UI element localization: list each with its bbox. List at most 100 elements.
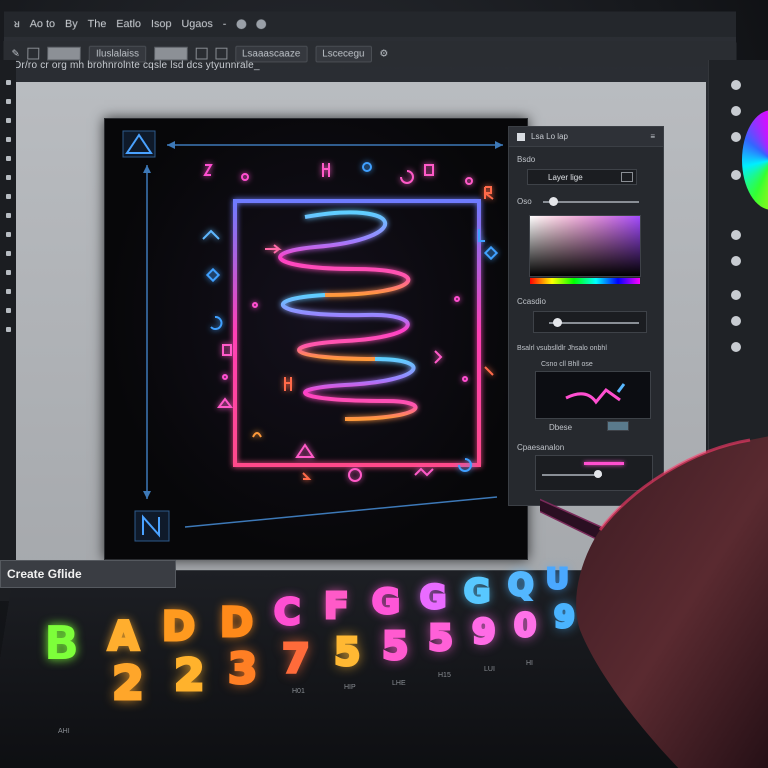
- window-dot-icon[interactable]: [256, 19, 266, 30]
- n-logo-icon: [134, 510, 170, 542]
- glyph-tile[interactable]: C: [272, 591, 301, 635]
- tool-icon[interactable]: [5, 118, 11, 123]
- menu-item-0[interactable]: ᴚ: [14, 18, 20, 30]
- layer-name-text: Layer lige: [548, 173, 583, 182]
- glyph-tile[interactable]: A: [107, 613, 141, 662]
- monitor: ᴚ Ao to By The Eatlo Isop Ugaos - ✎ Ilus…: [0, 0, 768, 768]
- panel-tool-icon[interactable]: [731, 316, 741, 326]
- arrowhead-icon: [143, 165, 151, 173]
- menu-bar: ᴚ Ao to By The Eatlo Isop Ugaos -: [3, 11, 737, 37]
- stroke-slider-track[interactable]: [549, 322, 639, 324]
- tool-icon[interactable]: [5, 194, 11, 199]
- properties-header: Lsa Lo lap ≡: [509, 127, 663, 147]
- neon-artwork: [122, 130, 503, 542]
- tool-icon[interactable]: [5, 137, 11, 142]
- glyph-tile[interactable]: G: [371, 581, 402, 624]
- guide-bottom-line: [184, 496, 498, 528]
- glyph-tile[interactable]: G: [462, 571, 491, 612]
- tool-icon[interactable]: [5, 327, 11, 332]
- tool-icon[interactable]: [5, 270, 11, 275]
- section-label-1: Bsdo: [517, 155, 536, 164]
- panel-tool-icon[interactable]: [731, 132, 741, 142]
- fill-swatch[interactable]: [47, 46, 82, 61]
- color-picker[interactable]: [529, 215, 641, 284]
- glyph-tile[interactable]: D: [160, 603, 196, 652]
- glyph-tile[interactable]: 7: [281, 635, 312, 684]
- panel-menu-icon[interactable]: ≡: [650, 132, 655, 141]
- hue-strip[interactable]: [530, 278, 640, 284]
- opacity-label: Oso: [517, 197, 532, 206]
- panel-tool-icon[interactable]: [731, 230, 741, 240]
- tool-icon[interactable]: [5, 99, 11, 104]
- layer-name-field[interactable]: Layer lige: [527, 169, 637, 185]
- panel-tool-icon[interactable]: [731, 80, 741, 90]
- window-dot-icon[interactable]: [236, 19, 247, 30]
- glyph-tile[interactable]: 3: [226, 643, 258, 695]
- artboard-canvas[interactable]: [104, 118, 528, 560]
- tool-icon[interactable]: [5, 289, 11, 294]
- glyph-tile[interactable]: Q: [507, 567, 535, 605]
- tool-icon[interactable]: [5, 80, 11, 85]
- glyph-tile[interactable]: F: [323, 585, 351, 629]
- tool-icon[interactable]: [5, 213, 11, 218]
- panel-tool-icon[interactable]: [731, 342, 741, 352]
- panel-tool-icon[interactable]: [731, 290, 741, 300]
- glyph-caption: HIP: [344, 684, 356, 691]
- effect-preview[interactable]: [535, 371, 651, 419]
- glyph-tile[interactable]: 9: [471, 611, 498, 654]
- tool-strip: [0, 60, 16, 580]
- panel-square-icon: [517, 132, 525, 141]
- stroke-slider-knob[interactable]: [553, 318, 562, 327]
- settings-icon[interactable]: ⚙: [379, 48, 388, 59]
- glyph-tile[interactable]: 5: [426, 617, 454, 661]
- glyph-caption: AHI: [58, 728, 70, 735]
- layer-toggle[interactable]: [621, 172, 633, 182]
- glyph-caption: HI: [526, 660, 533, 667]
- section-label-2: Ccasdio: [517, 297, 546, 306]
- menu-item-3[interactable]: The: [88, 18, 107, 30]
- glyph-tile[interactable]: 0: [512, 605, 537, 646]
- glyph-tile[interactable]: 2: [110, 655, 145, 712]
- glyph-tile[interactable]: 2: [173, 649, 207, 703]
- color-picker-shade: [530, 216, 640, 276]
- tool-icon[interactable]: [5, 156, 11, 161]
- triangle-logo-icon: [122, 130, 156, 158]
- panel-tool-icon[interactable]: [731, 106, 741, 116]
- tool-icon[interactable]: [5, 308, 11, 313]
- glyph-tile[interactable]: B: [44, 616, 79, 670]
- section-label-3: Bsalrl vsubslldlr Jhsalo onbhl: [517, 345, 607, 352]
- document-path: Dr/ro cr org mh brohnrolnte cqsle lsd dc…: [14, 60, 260, 71]
- glyph-caption: H15: [438, 672, 451, 679]
- panel-tool-icon[interactable]: [731, 256, 741, 266]
- glyph-tile[interactable]: 5: [380, 623, 410, 670]
- stroke-swatch[interactable]: [153, 46, 188, 61]
- tool-icon[interactable]: [5, 232, 11, 237]
- menu-item-6[interactable]: Ugaos: [181, 18, 213, 30]
- neon-coil: [278, 210, 418, 421]
- glyph-caption: LUI: [484, 666, 495, 673]
- glyph-tile[interactable]: D: [218, 599, 254, 648]
- properties-title: Lsa Lo lap: [531, 132, 568, 141]
- glyph-caption: LHE: [392, 680, 406, 687]
- tool-icon[interactable]: [5, 251, 11, 256]
- arrowhead-icon: [167, 141, 175, 149]
- link-square-icon[interactable]: [195, 47, 208, 60]
- menu-item-5[interactable]: Isop: [151, 18, 172, 30]
- glyph-tile[interactable]: G: [418, 577, 447, 618]
- panel-tool-icon[interactable]: [731, 170, 741, 180]
- menu-item-7[interactable]: -: [223, 18, 227, 30]
- tool-preset-icon[interactable]: ✎: [11, 48, 19, 59]
- glyph-panel-title: Create Gflide: [0, 560, 176, 588]
- menu-item-2[interactable]: By: [65, 18, 78, 30]
- preview-label: Csno cll Bhll ose: [541, 361, 593, 368]
- opacity-slider-knob[interactable]: [549, 197, 558, 206]
- tool-icon[interactable]: [5, 175, 11, 180]
- glyph-tile[interactable]: 5: [332, 629, 362, 676]
- align-square-icon[interactable]: [215, 47, 228, 60]
- mode-square-icon[interactable]: [27, 47, 40, 60]
- hand-shape: [576, 436, 768, 768]
- menu-item-4[interactable]: Eatlo: [116, 18, 141, 30]
- arrowhead-icon: [495, 141, 503, 149]
- menu-item-1[interactable]: Ao to: [30, 18, 56, 30]
- hand-with-stylus: [540, 436, 768, 768]
